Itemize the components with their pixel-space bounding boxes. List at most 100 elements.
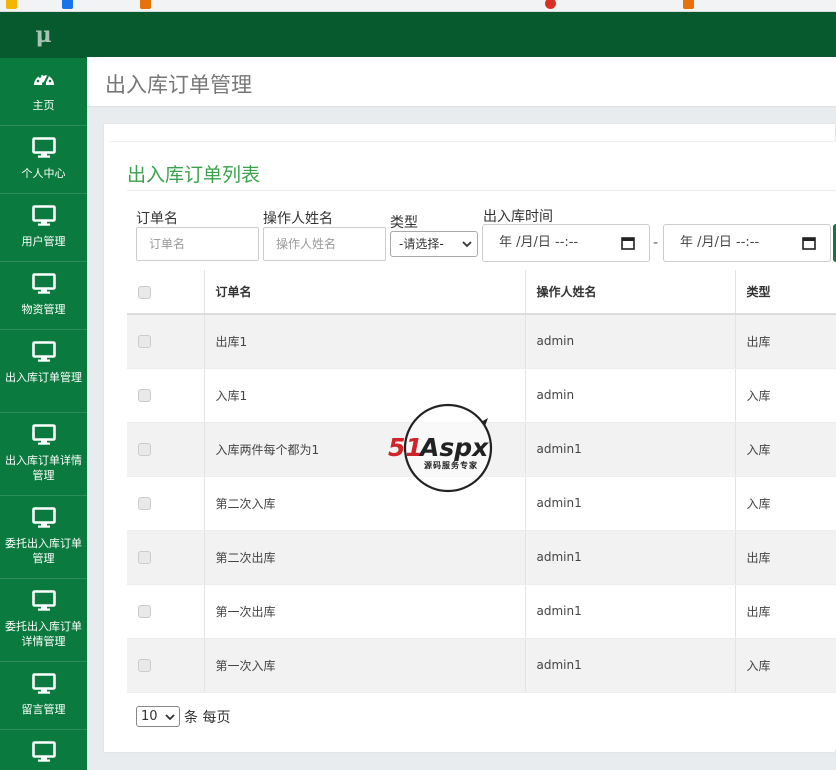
sidebar-nav: 主页个人中心用户管理物资管理出入库订单管理出入库订单详情管理委托出入库订单管理委…: [0, 58, 87, 770]
page-title: 出入库订单管理: [105, 73, 252, 97]
bookmark-item[interactable]: [683, 0, 698, 9]
type-cell: 出库: [735, 584, 836, 639]
row-select-cell: [127, 638, 205, 693]
row-select-cell: [127, 368, 205, 423]
sidebar-item-label: 主页: [32, 99, 55, 112]
row-select-cell: [127, 584, 205, 639]
table-row[interactable]: 第一次出库 admin1 出库: [127, 584, 836, 639]
sidebar-item-label: 留言管理: [21, 703, 66, 716]
row-checkbox[interactable]: [138, 551, 151, 564]
row-checkbox[interactable]: [138, 443, 151, 456]
page-size-select[interactable]: 10: [136, 706, 180, 727]
sidebar: μ 主页个人中心用户管理物资管理出入库订单管理出入库订单详情管理委托出入库订单管…: [0, 12, 87, 770]
card-title: 出入库订单列表: [127, 164, 261, 186]
type-label: 类型: [390, 215, 418, 231]
order-name-input[interactable]: 订单名: [136, 227, 259, 261]
table-body: 出库1 admin 出库 入库1 admin 入库 入库两件每个都为1 admin1 入库 第二次…: [127, 314, 836, 693]
row-select-cell: [127, 314, 205, 369]
row-checkbox[interactable]: [138, 497, 151, 510]
type-cell: 入库: [735, 368, 836, 423]
end-datetime-input[interactable]: 年 /月/日 --:--: [663, 224, 831, 262]
sidebar-item[interactable]: 用户管理: [0, 194, 87, 262]
monitor-icon: [31, 672, 57, 696]
type-cell: 出库: [735, 530, 836, 585]
sidebar-item[interactable]: 出入库订单详情管理: [0, 413, 87, 496]
operator-name-input[interactable]: 操作人姓名: [263, 227, 386, 261]
order-name-cell: 第一次入库: [204, 638, 526, 693]
column-header-order-name[interactable]: 订单名: [204, 270, 526, 315]
operator-cell: admin: [525, 368, 736, 423]
sidebar-item[interactable]: 个人中心: [0, 126, 87, 194]
monitor-icon: [31, 506, 57, 530]
order-name-cell: 第二次出库: [204, 530, 526, 585]
column-header-operator[interactable]: 操作人姓名: [525, 270, 736, 315]
top-header: [87, 12, 836, 57]
operator-cell: admin1: [525, 638, 736, 693]
row-select-cell: [127, 476, 205, 531]
bookmark-item[interactable]: [62, 0, 77, 9]
select-all-cell: [127, 270, 205, 315]
sidebar-item-label: 个人中心: [21, 167, 66, 180]
chevron-down-icon: [462, 241, 472, 248]
sidebar-item-label: 物资管理: [21, 303, 66, 316]
row-checkbox[interactable]: [138, 659, 151, 672]
column-header-type[interactable]: 类型: [735, 270, 836, 315]
type-cell: 入库: [735, 476, 836, 531]
sidebar-item[interactable]: 委托出入库订单管理: [0, 496, 87, 579]
row-checkbox[interactable]: [138, 605, 151, 618]
watermark-brand-rest: Aspx: [418, 433, 489, 462]
operator-cell: admin1: [525, 422, 736, 477]
monitor-icon: [31, 740, 57, 764]
sidebar-item-label: 出入库订单管理: [5, 371, 82, 384]
chevron-down-icon: [165, 714, 175, 721]
table-row[interactable]: 第二次出库 admin1 出库: [127, 530, 836, 585]
row-checkbox[interactable]: [138, 389, 151, 402]
select-all-checkbox[interactable]: [138, 285, 151, 299]
watermark-tagline: 源码服务专家: [424, 460, 478, 470]
dashboard-icon: [31, 68, 57, 92]
sidebar-item[interactable]: [0, 730, 87, 770]
monitor-icon: [31, 340, 57, 364]
sidebar-item-label: 出入库订单详情管理: [5, 454, 82, 482]
type-select[interactable]: -请选择-: [390, 231, 478, 257]
bookmark-item[interactable]: [140, 0, 155, 9]
sidebar-item[interactable]: 主页: [0, 58, 87, 126]
table-header-row: 订单名 操作人姓名 类型: [127, 270, 836, 315]
sidebar-item[interactable]: 出入库订单管理: [0, 330, 87, 413]
calendar-icon[interactable]: [802, 236, 816, 250]
monitor-icon: [31, 589, 57, 613]
bookmark-item[interactable]: [545, 0, 560, 9]
pagination: 10 条 每页: [136, 706, 230, 727]
calendar-icon[interactable]: [621, 236, 635, 250]
watermark-brand: 51: [388, 433, 423, 462]
operator-name-label: 操作人姓名: [263, 211, 333, 227]
table-row[interactable]: 第一次入库 admin1 入库: [127, 638, 836, 693]
card-divider: [127, 190, 836, 191]
type-cell: 入库: [735, 422, 836, 477]
sidebar-item[interactable]: 留言管理: [0, 662, 87, 730]
page-size-value: 10: [141, 709, 158, 724]
operator-cell: admin1: [525, 530, 736, 585]
order-name-cell: 出库1: [204, 314, 526, 369]
type-cell: 入库: [735, 638, 836, 693]
start-datetime-input[interactable]: 年 /月/日 --:--: [482, 224, 650, 262]
start-datetime-value: 年 /月/日 --:--: [499, 235, 579, 250]
watermark-badge-icon: 51 Aspx 源码服务专家: [388, 403, 493, 493]
monitor-icon: [31, 272, 57, 296]
range-separator: -: [653, 235, 659, 251]
type-select-value: -请选择-: [399, 237, 444, 251]
operator-cell: admin1: [525, 476, 736, 531]
time-label: 出入库时间: [483, 209, 553, 225]
page-header: 出入库订单管理: [87, 57, 836, 107]
operator-cell: admin: [525, 314, 736, 369]
sidebar-item-label: 用户管理: [21, 235, 66, 248]
bookmark-item[interactable]: [6, 0, 21, 9]
row-select-cell: [127, 530, 205, 585]
brand-logo[interactable]: μ: [0, 12, 87, 58]
sidebar-item[interactable]: 委托出入库订单详情管理: [0, 579, 87, 662]
sidebar-item[interactable]: 物资管理: [0, 262, 87, 330]
type-cell: 出库: [735, 314, 836, 369]
row-checkbox[interactable]: [138, 335, 151, 349]
table-row[interactable]: 出库1 admin 出库: [127, 314, 836, 369]
operator-cell: admin1: [525, 584, 736, 639]
